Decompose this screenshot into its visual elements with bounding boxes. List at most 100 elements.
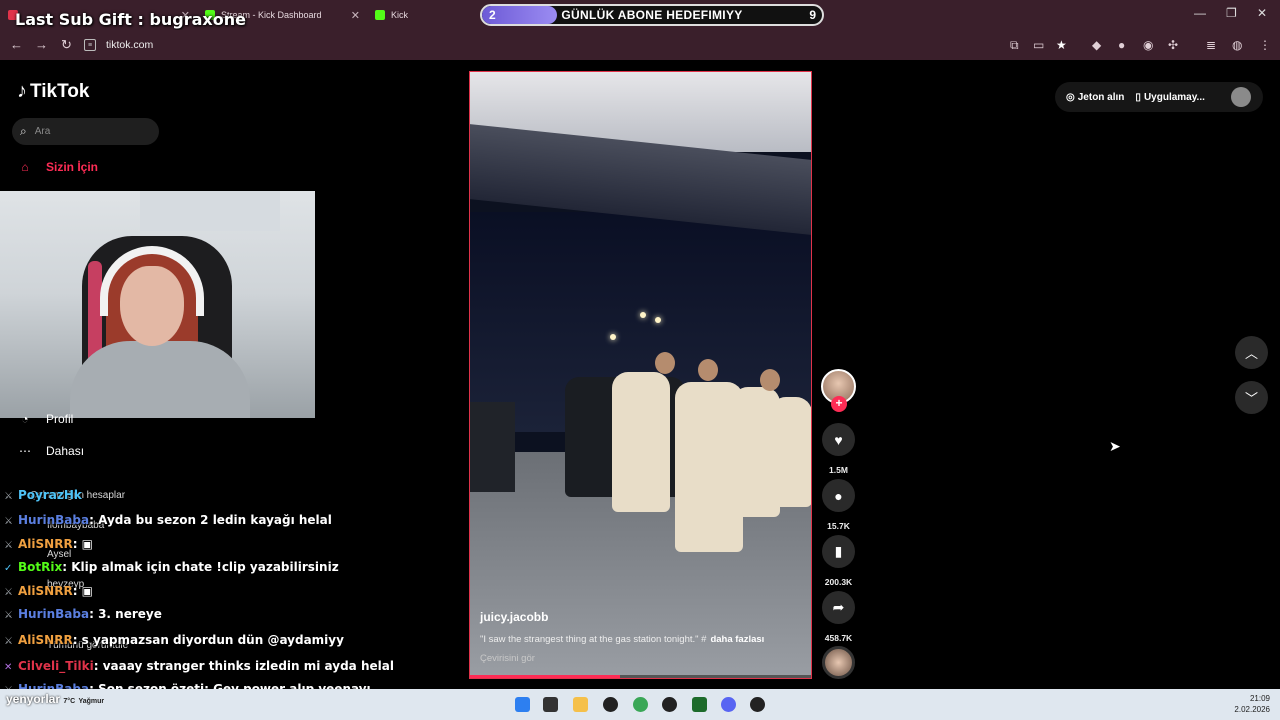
- video-progress-fill: [470, 675, 621, 678]
- mouse-cursor-icon: ➤: [1109, 438, 1121, 454]
- comment-button[interactable]: ● 15.7K: [821, 479, 856, 531]
- media-icon[interactable]: ≣: [1206, 38, 1216, 52]
- url-field[interactable]: ≡ tiktok.com: [84, 34, 1084, 56]
- obs-icon[interactable]: [603, 697, 618, 712]
- video-caption: "I saw the strangest thing at the gas st…: [480, 634, 765, 645]
- weather-widget[interactable]: yenyorlar 7°C Yağmur: [6, 692, 104, 706]
- mod-badge-icon: ⚔: [4, 516, 13, 527]
- chevron-up-icon: ︿: [1244, 346, 1258, 361]
- goal-title: GÜNLÜK ABONE HEDEFIMIYY: [561, 8, 743, 22]
- reload-icon[interactable]: ↻: [61, 37, 72, 53]
- back-icon[interactable]: ←: [10, 37, 23, 52]
- video-player[interactable]: juicy.jacobb "I saw the strangest thing …: [469, 71, 812, 679]
- site-info-icon[interactable]: ≡: [84, 39, 96, 51]
- comment-icon: ●: [822, 479, 855, 512]
- close-window-icon[interactable]: ✕: [1257, 6, 1267, 20]
- video-scene-person: [770, 397, 811, 507]
- chat-message: ✕ Cilveli_Tilki: vaaay stranger thinks iz…: [4, 659, 394, 673]
- app-icon[interactable]: [662, 697, 677, 712]
- nav-more[interactable]: ⋯ Dahası: [16, 444, 84, 458]
- video-scene-person-head: [698, 359, 718, 381]
- minimize-icon[interactable]: —: [1194, 6, 1206, 20]
- sub-badge-icon: ✕: [4, 662, 13, 673]
- forward-icon[interactable]: →: [35, 37, 48, 52]
- previous-video-button[interactable]: ︿: [1235, 336, 1268, 369]
- sub-goal-bar: 2 GÜNLÜK ABONE HEDEFIMIYY 9: [480, 4, 824, 26]
- webcam-background: [140, 191, 280, 231]
- coin-icon: ◎: [1066, 91, 1075, 103]
- heart-icon: ♥: [822, 423, 855, 456]
- goal-target: 9: [809, 8, 816, 22]
- video-author[interactable]: juicy.jacobb: [480, 610, 548, 624]
- chat-message: ⚔ AliSNRR: ▣: [4, 584, 94, 598]
- like-count: 1.5M: [829, 465, 848, 475]
- see-translation-link[interactable]: Çevirisini gör: [480, 653, 535, 664]
- home-icon: ⌂: [21, 160, 29, 174]
- file-explorer-icon[interactable]: [573, 697, 588, 712]
- streamer-webcam: [0, 191, 315, 418]
- more-icon: ⋯: [19, 444, 31, 458]
- get-app-button[interactable]: ▯ Uygulamay...: [1135, 92, 1204, 103]
- menu-icon[interactable]: ⋮: [1259, 38, 1271, 52]
- chat-message: ⚔ HurinBaba: 3. nereye: [4, 607, 162, 621]
- app-icon[interactable]: [750, 697, 765, 712]
- chrome-icon[interactable]: [633, 697, 648, 712]
- emote-icon: ▣: [81, 584, 94, 598]
- caption-more-link[interactable]: daha fazlası: [710, 634, 764, 645]
- video-scene-light: [655, 317, 661, 323]
- like-button[interactable]: ♥ 1.5M: [821, 423, 856, 475]
- music-disc[interactable]: [822, 646, 855, 679]
- phone-icon: ▯: [1135, 91, 1141, 103]
- video-scene-light: [640, 312, 646, 318]
- profile-avatar-icon: ◔: [21, 412, 29, 426]
- share-button[interactable]: ➦ 458.7K: [821, 591, 856, 643]
- cast-icon[interactable]: ▭: [1033, 38, 1044, 52]
- chat-message: ⚔ PoyrazHk: [4, 488, 82, 502]
- extension-icon[interactable]: ●: [1118, 38, 1125, 52]
- tiktok-note-icon: ♪: [17, 80, 27, 102]
- share-count: 458.7K: [824, 633, 853, 643]
- user-avatar[interactable]: [1231, 87, 1251, 107]
- video-scene-light: [610, 334, 616, 340]
- save-button[interactable]: ▮ 200.3K: [821, 535, 856, 587]
- puzzle-icon[interactable]: ✣: [1168, 38, 1178, 52]
- maximize-icon[interactable]: ❐: [1226, 6, 1237, 20]
- webcam-body: [70, 341, 250, 418]
- windows-start-icon[interactable]: [515, 697, 530, 712]
- video-progress-bar[interactable]: [470, 675, 811, 678]
- taskbar-clock[interactable]: 21:09 2.02.2026: [1234, 693, 1270, 715]
- task-view-icon[interactable]: [543, 697, 558, 712]
- kick-tab-icon: [375, 10, 385, 20]
- video-scene-person-head: [760, 369, 780, 391]
- nav-for-you[interactable]: ⌂ Sizin İçin: [16, 160, 98, 174]
- video-scene-person: [612, 372, 670, 512]
- get-coins-button[interactable]: ◎ Jeton alın: [1066, 92, 1124, 103]
- windows-taskbar: [0, 689, 1280, 720]
- emote-icon: ▣: [81, 537, 94, 551]
- mod-badge-icon: ⚔: [4, 636, 13, 647]
- tiktok-logo[interactable]: ♪ TikTok: [17, 80, 89, 103]
- comment-count: 15.7K: [827, 521, 850, 531]
- chat-message: ✓ BotRix: Klip almak için chate !clip yaz…: [4, 560, 339, 574]
- kick-app-icon[interactable]: [692, 697, 707, 712]
- follow-plus-icon[interactable]: +: [831, 396, 847, 412]
- discord-icon[interactable]: [721, 697, 736, 712]
- last-sub-gift-overlay: Last Sub Gift : bugraxone: [15, 10, 246, 29]
- video-scene-car: [470, 402, 515, 492]
- close-tab-icon[interactable]: ✕: [351, 9, 360, 22]
- tab-kick[interactable]: Kick: [375, 4, 465, 26]
- next-video-button[interactable]: ﹀: [1235, 381, 1268, 414]
- search-input[interactable]: ⌕ Ara: [12, 118, 159, 145]
- translate-icon[interactable]: ⧉: [1010, 38, 1019, 53]
- extension-icon[interactable]: ◉: [1143, 38, 1153, 52]
- nav-profile[interactable]: ◔ Profil: [16, 412, 73, 426]
- top-actions-bar: ◎ Jeton alın ▯ Uygulamay...: [1055, 82, 1263, 112]
- mod-badge-icon: ⚔: [4, 610, 13, 621]
- chat-message: ⚔ AliSNRR: s yapmazsan diyordun dün @ayda…: [4, 633, 344, 647]
- extension-icon[interactable]: ◆: [1092, 38, 1101, 52]
- address-bar: ← → ↻ ≡ tiktok.com ⧉ ▭ ★ ◆ ● ◉ ✣ ≣ ◍ ⋮: [0, 30, 1280, 60]
- bookmark-star-icon[interactable]: ★: [1056, 38, 1067, 52]
- mod-badge-icon: ⚔: [4, 587, 13, 598]
- profile-icon[interactable]: ◍: [1232, 38, 1242, 52]
- bookmark-icon: ▮: [822, 535, 855, 568]
